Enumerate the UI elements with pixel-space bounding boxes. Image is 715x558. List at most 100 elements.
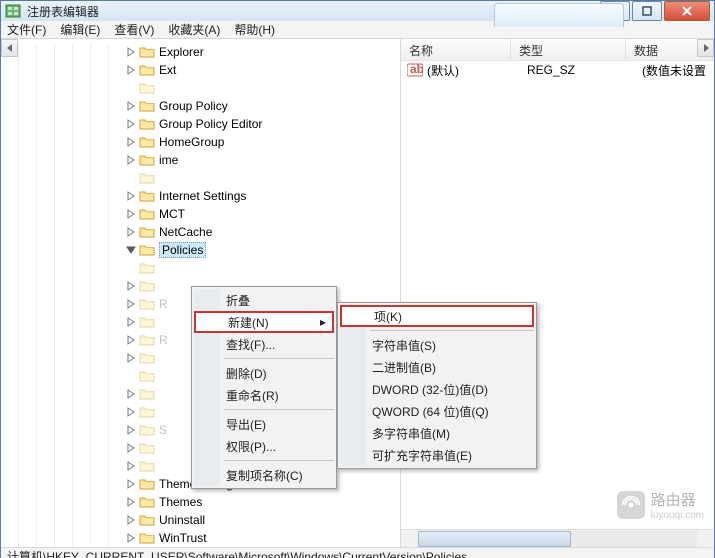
expand-icon[interactable]: [125, 208, 137, 220]
menu-edit[interactable]: 编辑(E): [60, 21, 100, 38]
expand-icon[interactable]: [125, 154, 137, 166]
folder-icon: [139, 171, 155, 185]
expand-icon[interactable]: [125, 136, 137, 148]
tree-node[interactable]: Internet Settings: [1, 187, 400, 205]
expand-icon[interactable]: [125, 46, 137, 58]
tree-node[interactable]: Explorer: [1, 43, 400, 61]
close-button[interactable]: [664, 1, 710, 21]
watermark-sub: luyouqi.com: [651, 510, 704, 521]
expand-icon[interactable]: [125, 424, 137, 436]
sub-qword[interactable]: QWORD (64 位)值(Q): [340, 400, 534, 422]
scroll-track[interactable]: [418, 531, 697, 547]
value-row[interactable]: (默认) REG_SZ (数值未设置: [401, 61, 714, 79]
router-icon: [617, 491, 645, 519]
folder-icon: [139, 495, 155, 509]
expand-icon[interactable]: [125, 352, 137, 364]
expand-icon[interactable]: [125, 514, 137, 526]
expand-icon[interactable]: [125, 496, 137, 508]
tree-node-label: MCT: [159, 207, 185, 221]
expand-icon[interactable]: [125, 442, 137, 454]
context-menu[interactable]: 折叠 新建(N)▸ 查找(F)... 删除(D) 重命名(R) 导出(E) 权限…: [191, 286, 337, 489]
maximize-button[interactable]: [632, 1, 662, 21]
separator: [224, 460, 334, 461]
ctx-delete[interactable]: 删除(D): [194, 362, 334, 384]
folder-icon: [139, 99, 155, 113]
tree-node[interactable]: [1, 169, 400, 187]
tree-node-label: Ext: [159, 63, 176, 77]
titlebar[interactable]: 注册表编辑器: [1, 1, 714, 21]
expand-icon[interactable]: [125, 532, 137, 544]
tree-node[interactable]: Uninstall: [1, 511, 400, 529]
collapse-icon[interactable]: [125, 244, 137, 256]
registry-editor-window: 注册表编辑器 文件(F) 编辑(E) 查看(V) 收藏夹(A) 帮助(H) Ex…: [0, 0, 715, 558]
folder-icon: [139, 153, 155, 167]
expand-icon[interactable]: [125, 190, 137, 202]
scroll-right-button[interactable]: [697, 39, 714, 57]
menu-fav[interactable]: 收藏夹(A): [168, 21, 220, 38]
ctx-copy-key-name[interactable]: 复制项名称(C): [194, 464, 334, 486]
expand-icon[interactable]: [125, 298, 137, 310]
folder-icon: [139, 405, 155, 419]
scroll-thumb[interactable]: [418, 531, 571, 547]
tree-node[interactable]: HomeGroup: [1, 133, 400, 151]
expand-icon[interactable]: [125, 100, 137, 112]
expand-icon[interactable]: [125, 388, 137, 400]
sub-key[interactable]: 项(K): [340, 305, 534, 327]
sub-multistring[interactable]: 多字符串值(M): [340, 422, 534, 444]
expand-icon[interactable]: [125, 280, 137, 292]
list-header[interactable]: 名称 类型 数据: [401, 39, 714, 61]
folder-icon: [139, 387, 155, 401]
tree-node[interactable]: [1, 259, 400, 277]
expand-icon[interactable]: [125, 478, 137, 490]
tree-node[interactable]: Group Policy Editor: [1, 115, 400, 133]
folder-icon: [139, 315, 155, 329]
tree-node[interactable]: Group Policy: [1, 97, 400, 115]
tree-node[interactable]: Themes: [1, 493, 400, 511]
col-name[interactable]: 名称: [401, 39, 511, 60]
expand-icon[interactable]: [125, 64, 137, 76]
folder-icon: [139, 333, 155, 347]
tree-node[interactable]: [1, 79, 400, 97]
folder-icon: [139, 117, 155, 131]
tree-node[interactable]: MCT: [1, 205, 400, 223]
expand-icon[interactable]: [125, 334, 137, 346]
col-type[interactable]: 类型: [511, 39, 626, 60]
folder-icon: [139, 225, 155, 239]
ctx-find[interactable]: 查找(F)...: [194, 333, 334, 355]
ctx-rename[interactable]: 重命名(R): [194, 384, 334, 406]
tree-node[interactable]: WinTrust: [1, 529, 400, 547]
values-pane: 名称 类型 数据 (默认) REG_SZ (数值未设置: [401, 39, 714, 547]
tree-node[interactable]: Policies: [1, 241, 400, 259]
sub-binary[interactable]: 二进制值(B): [340, 356, 534, 378]
ctx-collapse[interactable]: 折叠: [194, 289, 334, 311]
tree-node[interactable]: Ext: [1, 61, 400, 79]
tree-node-label: Explorer: [159, 45, 204, 59]
tree-node[interactable]: NetCache: [1, 223, 400, 241]
sub-expandstring[interactable]: 可扩充字符串值(E): [340, 444, 534, 466]
value-name: (默认): [427, 62, 527, 79]
scroll-left-button[interactable]: [1, 39, 18, 57]
expand-icon[interactable]: [125, 460, 137, 472]
separator: [224, 409, 334, 410]
sub-string[interactable]: 字符串值(S): [340, 334, 534, 356]
horizontal-scrollbar[interactable]: [401, 529, 714, 547]
sub-dword[interactable]: DWORD (32-位)值(D): [340, 378, 534, 400]
expand-icon[interactable]: [125, 118, 137, 130]
expand-icon[interactable]: [125, 226, 137, 238]
new-submenu[interactable]: 项(K) 字符串值(S) 二进制值(B) DWORD (32-位)值(D) QW…: [337, 302, 537, 469]
expand-icon[interactable]: [125, 406, 137, 418]
tree-node-label: Group Policy: [159, 99, 228, 113]
folder-icon: [139, 207, 155, 221]
expand-icon[interactable]: [125, 316, 137, 328]
menu-file[interactable]: 文件(F): [7, 21, 46, 38]
value-type: REG_SZ: [527, 63, 642, 77]
ctx-new[interactable]: 新建(N)▸: [194, 311, 334, 333]
ctx-export[interactable]: 导出(E): [194, 413, 334, 435]
tree-node-label: Uninstall: [159, 513, 205, 527]
tree-node[interactable]: ime: [1, 151, 400, 169]
folder-icon: [139, 441, 155, 455]
ctx-permissions[interactable]: 权限(P)...: [194, 435, 334, 457]
folder-icon: [139, 459, 155, 473]
menu-view[interactable]: 查看(V): [114, 21, 154, 38]
menu-help[interactable]: 帮助(H): [234, 21, 275, 38]
